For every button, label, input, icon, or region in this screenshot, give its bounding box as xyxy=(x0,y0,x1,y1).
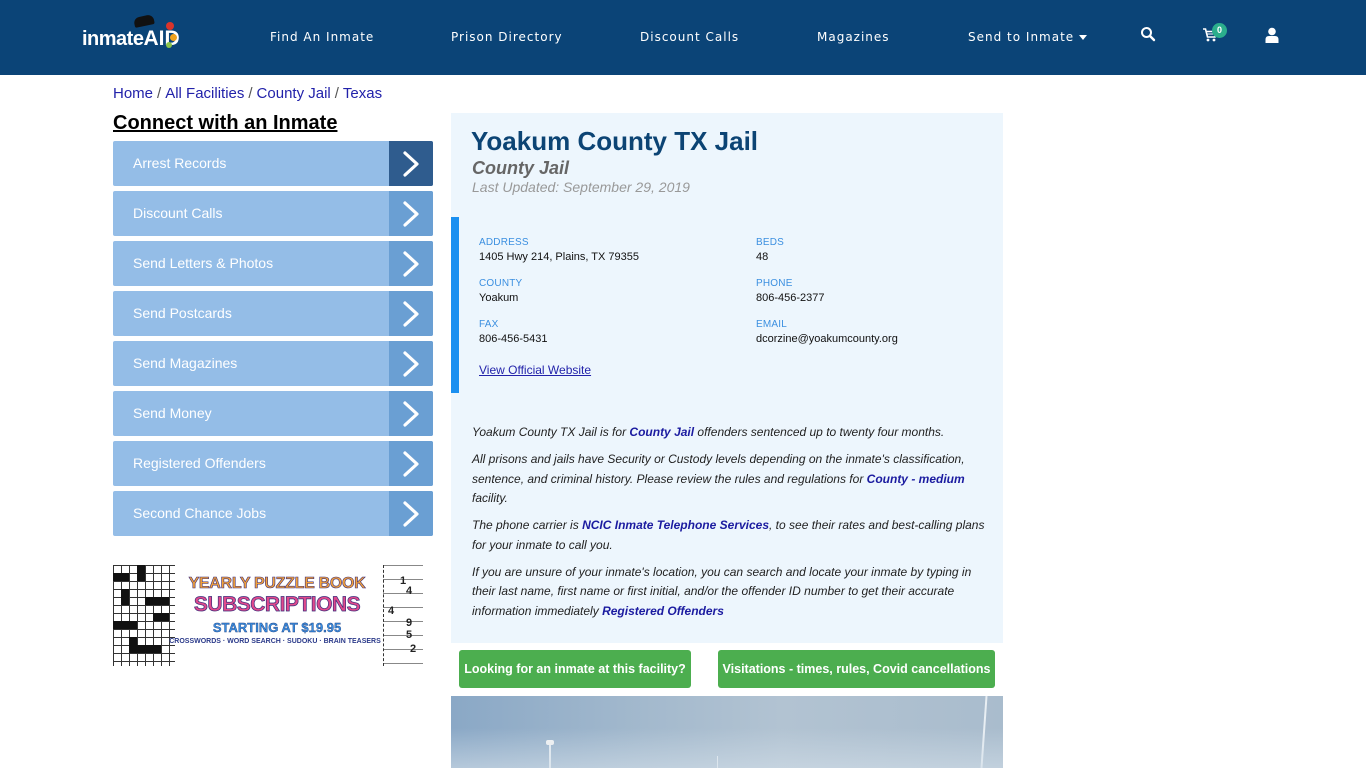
chevron-right-icon xyxy=(389,391,433,436)
ad-price: STARTING AT $19.95 xyxy=(212,620,342,635)
light-pole-graphic xyxy=(549,744,551,768)
last-updated: Last Updated: September 29, 2019 xyxy=(472,179,690,195)
registered-offenders-link[interactable]: Registered Offenders xyxy=(602,604,724,618)
visitations-button[interactable]: Visitations - times, rules, Covid cancel… xyxy=(718,650,995,688)
antenna-graphic xyxy=(980,696,988,768)
sidebar-item-arrest-records[interactable]: Arrest Records xyxy=(113,141,433,186)
description-paragraph: All prisons and jails have Security or C… xyxy=(472,452,965,505)
pole-graphic xyxy=(717,756,718,768)
sidebar-item-label: Second Chance Jobs xyxy=(133,505,267,521)
description-paragraph: The phone carrier is NCIC Inmate Telepho… xyxy=(472,518,985,552)
phone-carrier-link[interactable]: NCIC Inmate Telephone Services xyxy=(582,518,769,532)
phone-value[interactable]: 806-456-2377 xyxy=(756,292,825,304)
description-paragraph: If you are unsure of your inmate's locat… xyxy=(472,564,972,618)
nav-prison-directory[interactable]: Prison Directory xyxy=(451,30,563,44)
sidebar-item-second-chance-jobs[interactable]: Second Chance Jobs xyxy=(113,491,433,536)
caret-down-icon xyxy=(1079,35,1088,40)
county-field: COUNTY Yoakum xyxy=(479,278,522,304)
breadcrumb-county-jail[interactable]: County Jail xyxy=(257,85,331,102)
search-icon[interactable] xyxy=(1140,26,1160,46)
cart-count-badge: 0 xyxy=(1212,23,1227,38)
chevron-right-icon xyxy=(389,191,433,236)
beds-field: BEDS 48 xyxy=(756,237,784,263)
ad-tagline: CROSSWORDS · WORD SEARCH · SUDOKU · BRAI… xyxy=(169,638,381,645)
sidebar-item-label: Send Postcards xyxy=(133,305,232,321)
crossword-grid-graphic xyxy=(113,565,175,666)
breadcrumb-texas[interactable]: Texas xyxy=(343,85,382,102)
phone-field: PHONE 806-456-2377 xyxy=(756,278,825,304)
chevron-right-icon xyxy=(389,291,433,336)
sidebar-item-label: Arrest Records xyxy=(133,155,227,171)
chevron-right-icon xyxy=(389,441,433,486)
fax-field: FAX 806-456-5431 xyxy=(479,319,548,345)
nav-send-to-inmate[interactable]: Send to Inmate xyxy=(968,30,1088,44)
facility-photo xyxy=(451,696,1003,768)
sidebar-item-send-money[interactable]: Send Money xyxy=(113,391,433,436)
sidebar-item-label: Send Magazines xyxy=(133,355,238,371)
address-label: ADDRESS xyxy=(479,237,529,248)
address-value: 1405 Hwy 214, Plains, TX 79355 xyxy=(479,251,640,263)
facility-name: Yoakum County TX Jail xyxy=(471,126,759,156)
breadcrumb-separator: / xyxy=(157,85,162,102)
sidebar-item-send-magazines[interactable]: Send Magazines xyxy=(113,341,433,386)
chevron-right-icon xyxy=(389,141,433,186)
logo-decoration-icon xyxy=(166,42,172,48)
logo-decoration-icon xyxy=(170,34,177,41)
nav-find-an-inmate[interactable]: Find An Inmate xyxy=(270,30,374,44)
nav-send-to-inmate-label: Send to Inmate xyxy=(968,30,1075,44)
sudoku-grid-graphic: 1 4 4 9 5 2 xyxy=(383,565,423,666)
logo-text: inmate xyxy=(82,27,144,50)
sidebar-item-discount-calls[interactable]: Discount Calls xyxy=(113,191,433,236)
email-label: EMAIL xyxy=(756,319,788,330)
beds-value: 48 xyxy=(756,251,769,263)
user-icon[interactable] xyxy=(1265,27,1285,47)
nav-discount-calls[interactable]: Discount Calls xyxy=(640,30,739,44)
breadcrumb-separator: / xyxy=(248,85,253,102)
sidebar-item-label: Send Letters & Photos xyxy=(133,255,274,271)
inmateaid-logo[interactable]: inmate AID xyxy=(82,14,180,56)
breadcrumb-separator: / xyxy=(334,85,339,102)
facility-card: Yoakum County TX Jail County Jail Last U… xyxy=(451,113,1003,643)
sidebar-item-label: Registered Offenders xyxy=(133,455,266,471)
facility-info-box: ADDRESS 1405 Hwy 214, Plains, TX 79355 B… xyxy=(451,217,1003,393)
email-field: EMAIL dcorzine@yoakumcounty.org xyxy=(756,319,898,345)
sidebar-item-label: Discount Calls xyxy=(133,205,223,221)
county-value: Yoakum xyxy=(479,292,519,304)
county-jail-link[interactable]: County Jail xyxy=(629,425,694,439)
nav-magazines[interactable]: Magazines xyxy=(817,30,890,44)
breadcrumb-home[interactable]: Home xyxy=(113,85,153,102)
sidebar-item-send-letters-photos[interactable]: Send Letters & Photos xyxy=(113,241,433,286)
top-navbar: inmate AID Find An Inmate Prison Director… xyxy=(0,0,1366,75)
chevron-right-icon xyxy=(389,491,433,536)
fax-label: FAX xyxy=(479,319,499,330)
beds-label: BEDS xyxy=(756,237,785,248)
logo-decoration-icon xyxy=(166,22,174,30)
county-medium-link[interactable]: County - medium xyxy=(867,472,965,486)
accent-bar xyxy=(451,217,459,393)
facility-type: County Jail xyxy=(472,158,570,178)
phone-label: PHONE xyxy=(756,278,793,289)
sidebar-title: Connect with an Inmate xyxy=(113,112,338,134)
ad-headline: YEARLY PUZZLE BOOK xyxy=(188,575,366,593)
view-official-website-link[interactable]: View Official Website xyxy=(479,363,591,377)
county-label: COUNTY xyxy=(479,278,523,289)
fax-value: 806-456-5431 xyxy=(479,333,548,345)
chevron-right-icon xyxy=(389,341,433,386)
breadcrumb: Home / All Facilities / County Jail / Texas xyxy=(113,85,382,102)
ad-headline-main: SUBSCRIPTIONS xyxy=(193,593,361,617)
sidebar-item-label: Send Money xyxy=(133,405,212,421)
lamp-graphic xyxy=(546,740,554,745)
breadcrumb-all-facilities[interactable]: All Facilities xyxy=(165,85,244,102)
email-value[interactable]: dcorzine@yoakumcounty.org xyxy=(756,333,898,345)
chevron-right-icon xyxy=(389,241,433,286)
puzzle-book-ad-banner[interactable]: 1 4 4 9 5 2 YEARLY PUZZLE BOOK SUBSCRIPT… xyxy=(113,565,423,666)
sidebar-menu: Arrest Records Discount Calls Send Lette… xyxy=(113,141,433,541)
address-field: ADDRESS 1405 Hwy 214, Plains, TX 79355 xyxy=(479,237,639,263)
logo-hat-icon xyxy=(133,14,155,28)
sidebar-item-registered-offenders[interactable]: Registered Offenders xyxy=(113,441,433,486)
sidebar-item-send-postcards[interactable]: Send Postcards xyxy=(113,291,433,336)
facility-description: Yoakum County TX Jail is for County Jail… xyxy=(472,423,992,629)
find-inmate-at-facility-button[interactable]: Looking for an inmate at this facility? xyxy=(459,650,691,688)
description-paragraph: Yoakum County TX Jail is for County Jail… xyxy=(472,425,945,439)
